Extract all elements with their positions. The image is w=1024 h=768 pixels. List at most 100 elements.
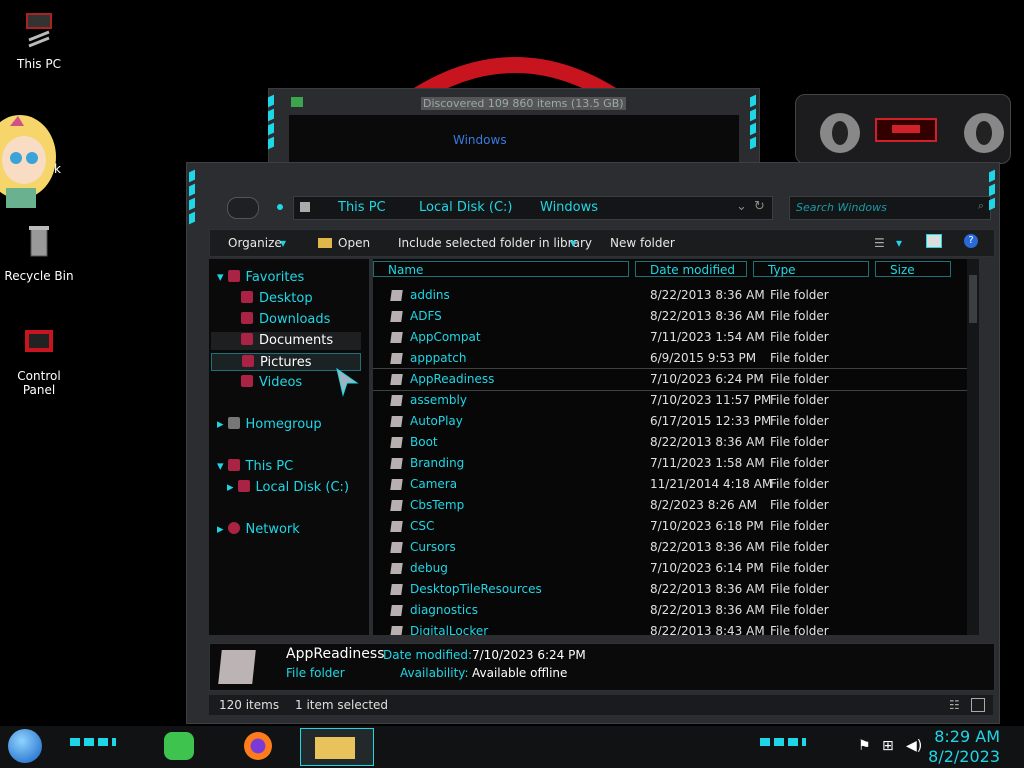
table-row[interactable]: DesktopTileResources 8/22/2013 8:36 AM Fil… <box>373 579 979 600</box>
expand-icon[interactable]: ▾ <box>217 270 224 285</box>
folder-thumbnail-icon <box>218 650 256 684</box>
table-row[interactable]: debug 7/10/2023 6:14 PM File folder <box>373 558 979 579</box>
new-folder-button[interactable]: New folder <box>610 236 675 250</box>
folder-icon <box>390 584 403 595</box>
scrollbar-thumb[interactable] <box>969 275 977 323</box>
file-type: File folder <box>770 393 829 407</box>
taskbar-trim-left <box>70 738 116 746</box>
file-type: File folder <box>770 351 829 365</box>
folder-icon <box>390 458 403 469</box>
details-view-icon[interactable]: ☷ <box>949 698 960 712</box>
large-icons-view-icon[interactable] <box>971 698 985 712</box>
table-row[interactable]: AutoPlay 6/17/2015 12:33 PM File folder <box>373 411 979 432</box>
nav-favorites[interactable]: ▾ Favorites <box>217 269 304 287</box>
desktop-icon-character[interactable]: k <box>0 112 64 215</box>
chevron-down-icon[interactable]: ⌄ <box>736 199 747 214</box>
file-date: 7/10/2023 6:14 PM <box>650 561 764 575</box>
folder-icon <box>390 353 403 364</box>
table-row[interactable]: Cursors 8/22/2013 8:36 AM File folder <box>373 537 979 558</box>
forward-button[interactable] <box>277 204 283 210</box>
view-chevron-icon[interactable]: ▾ <box>896 236 902 250</box>
table-row[interactable]: addins 8/22/2013 8:36 AM File folder <box>373 285 979 306</box>
file-name: apppatch <box>410 351 467 365</box>
expand-icon[interactable]: ▸ <box>227 480 234 495</box>
breadcrumb-windows[interactable]: Windows <box>540 200 598 215</box>
file-type: File folder <box>770 414 829 428</box>
table-row[interactable]: diagnostics 8/22/2013 8:36 AM File folder <box>373 600 979 621</box>
nav-this-pc[interactable]: ▾ This PC <box>217 458 293 476</box>
file-name: Branding <box>410 456 465 470</box>
desktop-icon-recycle-bin[interactable]: Recycle Bin <box>0 222 78 283</box>
firefox-icon[interactable] <box>244 732 272 760</box>
documents-icon <box>241 333 253 345</box>
nav-videos[interactable]: Videos <box>241 374 302 392</box>
nav-downloads[interactable]: Downloads <box>241 311 330 329</box>
table-row[interactable]: Branding 7/11/2023 1:58 AM File folder <box>373 453 979 474</box>
nav-homegroup[interactable]: ▸ Homegroup <box>217 416 322 434</box>
table-row[interactable]: AppReadiness 7/10/2023 6:24 PM File folder <box>373 368 979 391</box>
file-explorer-taskbar-button[interactable] <box>300 728 374 766</box>
system-clock[interactable]: 8:29 AM 8/2/2023 <box>928 727 1000 767</box>
organize-button[interactable]: Organize <box>228 236 282 250</box>
file-name: debug <box>410 561 448 575</box>
clock-date: 8/2/2023 <box>928 747 1000 766</box>
nav-label: Documents <box>259 333 334 348</box>
file-date: 7/10/2023 11:57 PM <box>650 393 772 407</box>
vertical-scrollbar[interactable] <box>967 259 979 635</box>
address-bar[interactable]: This PC Local Disk (C:) Windows ⌄ ↻ <box>293 196 773 220</box>
table-row[interactable]: Boot 8/22/2013 8:36 AM File folder <box>373 432 979 453</box>
expand-icon[interactable]: ▾ <box>217 459 224 474</box>
column-header-name[interactable]: Name <box>373 261 629 277</box>
open-button[interactable]: Open <box>338 236 370 250</box>
progress-status-text: Discovered 109 860 items (13.5 GB) <box>421 97 626 110</box>
table-row[interactable]: ADFS 8/22/2013 8:36 AM File folder <box>373 306 979 327</box>
refresh-icon[interactable]: ↻ <box>754 199 765 214</box>
nav-network[interactable]: ▸ Network <box>217 521 300 539</box>
start-button[interactable] <box>8 729 42 763</box>
folder-open-icon <box>318 238 332 248</box>
folder-icon <box>390 542 403 553</box>
command-toolbar: Organize ▾ Open Include selected folder … <box>209 229 995 257</box>
breadcrumb-local-disk[interactable]: Local Disk (C:) <box>419 200 512 215</box>
table-row[interactable]: assembly 7/10/2023 11:57 PM File folder <box>373 390 979 411</box>
taskbar: ⚑ ⊞ ◀) 8:29 AM 8/2/2023 <box>0 726 1024 768</box>
clock-time: 8:29 AM <box>934 727 1000 746</box>
column-header-type[interactable]: Type <box>753 261 869 277</box>
alien-gadget[interactable] <box>795 94 1011 164</box>
breadcrumb-this-pc[interactable]: This PC <box>338 200 386 215</box>
table-row[interactable]: Camera 11/21/2014 4:18 AM File folder <box>373 474 979 495</box>
preview-pane-icon[interactable] <box>926 234 942 248</box>
table-row[interactable]: AppCompat 7/11/2023 1:54 AM File folder <box>373 327 979 348</box>
nav-label: Downloads <box>259 312 331 327</box>
nav-desktop[interactable]: Desktop <box>241 290 313 308</box>
search-input[interactable]: Search Windows ⌕ <box>789 196 991 220</box>
network-icon[interactable]: ⊞ <box>882 738 894 754</box>
desktop-icon-control-panel[interactable]: Control Panel <box>0 322 78 397</box>
nav-local-disk[interactable]: ▸ Local Disk (C:) <box>227 479 349 497</box>
table-row[interactable]: CbsTemp 8/2/2023 8:26 AM File folder <box>373 495 979 516</box>
folder-icon <box>390 437 403 448</box>
include-in-library-button[interactable]: Include selected folder in library <box>398 236 592 250</box>
explorer-window[interactable]: This PC Local Disk (C:) Windows ⌄ ↻ Sear… <box>186 162 1000 724</box>
notes-app-icon[interactable] <box>164 732 194 760</box>
volume-icon[interactable]: ◀) <box>906 738 922 754</box>
column-header-date[interactable]: Date modified <box>635 261 747 277</box>
column-header-size[interactable]: Size <box>875 261 951 277</box>
navigation-pane: ▾ Favorites Desktop Downloads Documents P… <box>209 259 369 635</box>
expand-icon[interactable]: ▸ <box>217 522 224 537</box>
desktop-icon-this-pc[interactable]: This PC <box>0 10 78 71</box>
search-icon[interactable]: ⌕ <box>978 199 984 213</box>
expand-icon[interactable]: ▸ <box>217 417 224 432</box>
file-type: File folder <box>770 519 829 533</box>
background-window[interactable]: Discovered 109 860 items (13.5 GB) Windo… <box>268 88 760 170</box>
file-name: diagnostics <box>410 603 479 617</box>
nav-documents[interactable]: Documents <box>211 332 361 350</box>
view-options-icon[interactable]: ☰ <box>874 236 885 250</box>
table-row[interactable]: apppatch 6/9/2015 9:53 PM File folder <box>373 348 979 369</box>
background-window-body: Windows <box>289 115 739 165</box>
help-icon[interactable]: ? <box>964 234 978 248</box>
table-row[interactable]: DigitalLocker 8/22/2013 8:43 AM File folde… <box>373 621 979 635</box>
action-center-flag-icon[interactable]: ⚑ <box>858 738 871 754</box>
back-button[interactable] <box>227 197 259 219</box>
table-row[interactable]: CSC 7/10/2023 6:18 PM File folder <box>373 516 979 537</box>
